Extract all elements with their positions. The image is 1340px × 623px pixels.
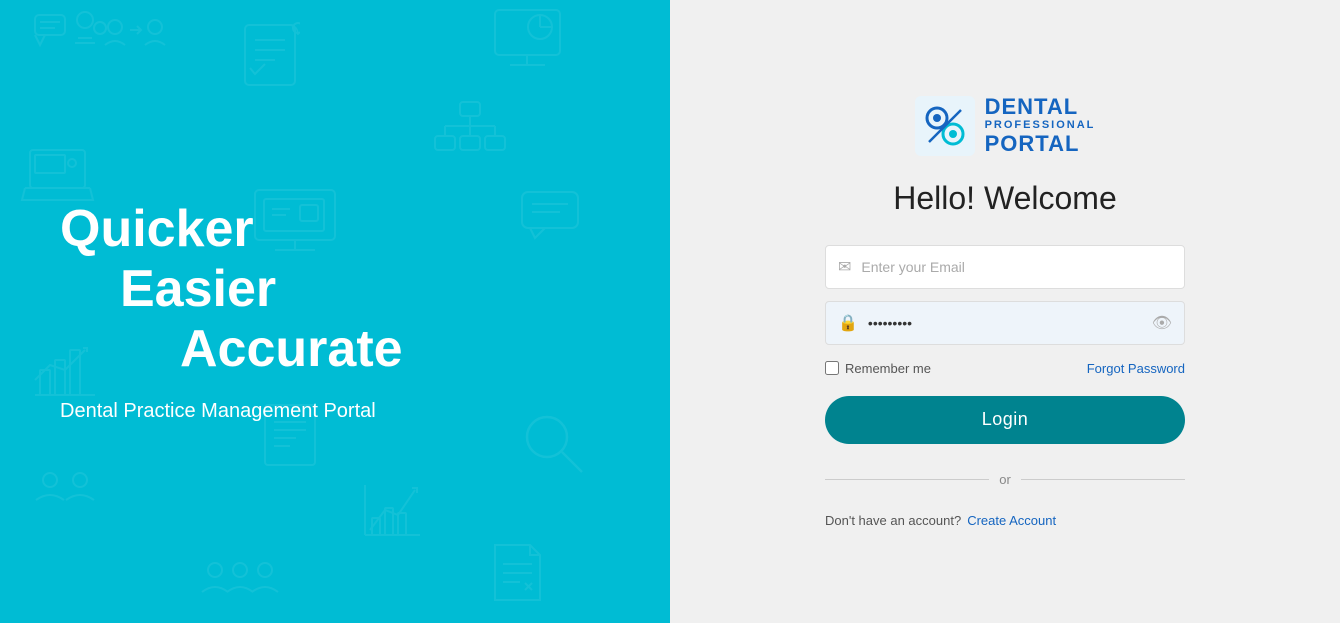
toggle-password-visibility-icon[interactable]: 👁 xyxy=(1152,313,1172,333)
logo-portal: PORTAL xyxy=(985,132,1096,156)
email-input[interactable] xyxy=(861,259,1172,275)
subtitle: Dental Practice Management Portal xyxy=(60,400,376,423)
remember-forgot-row: Remember me Forgot Password xyxy=(825,361,1185,376)
or-text: or xyxy=(999,472,1011,487)
password-input[interactable] xyxy=(868,315,1152,331)
email-input-wrapper: ✉ xyxy=(825,245,1185,289)
or-line-right xyxy=(1021,479,1185,480)
logo-icon xyxy=(915,96,975,156)
welcome-heading: Hello! Welcome xyxy=(893,180,1116,217)
tagline-line3: Accurate xyxy=(180,320,403,380)
tagline: Quicker Easier Accurate xyxy=(60,200,403,379)
login-form: ✉ 🔒 👁 Remember me Forgot Password Login … xyxy=(825,245,1185,528)
no-account-text: Don't have an account? xyxy=(825,513,961,528)
logo-professional: PROFESSIONAL xyxy=(985,119,1096,131)
remember-me-checkbox[interactable] xyxy=(825,361,839,375)
tagline-line1: Quicker xyxy=(60,200,403,260)
logo-area: DENTAL PROFESSIONAL PORTAL xyxy=(915,95,1096,155)
remember-me-label[interactable]: Remember me xyxy=(845,361,931,376)
remember-me-group: Remember me xyxy=(825,361,931,376)
logo-text: DENTAL PROFESSIONAL PORTAL xyxy=(985,95,1096,155)
or-divider: or xyxy=(825,472,1185,487)
tagline-line2: Easier xyxy=(120,260,403,320)
email-icon: ✉ xyxy=(838,257,851,277)
logo-dental: DENTAL xyxy=(985,95,1096,119)
password-input-wrapper: 🔒 👁 xyxy=(825,301,1185,345)
create-account-link[interactable]: Create Account xyxy=(967,513,1056,528)
or-line-left xyxy=(825,479,989,480)
forgot-password-link[interactable]: Forgot Password xyxy=(1087,361,1185,376)
login-button[interactable]: Login xyxy=(825,396,1185,444)
create-account-row: Don't have an account? Create Account xyxy=(825,513,1185,528)
left-panel: Quicker Easier Accurate Dental Practice … xyxy=(0,0,670,623)
right-panel: DENTAL PROFESSIONAL PORTAL Hello! Welcom… xyxy=(670,0,1340,623)
lock-icon: 🔒 xyxy=(838,313,858,333)
